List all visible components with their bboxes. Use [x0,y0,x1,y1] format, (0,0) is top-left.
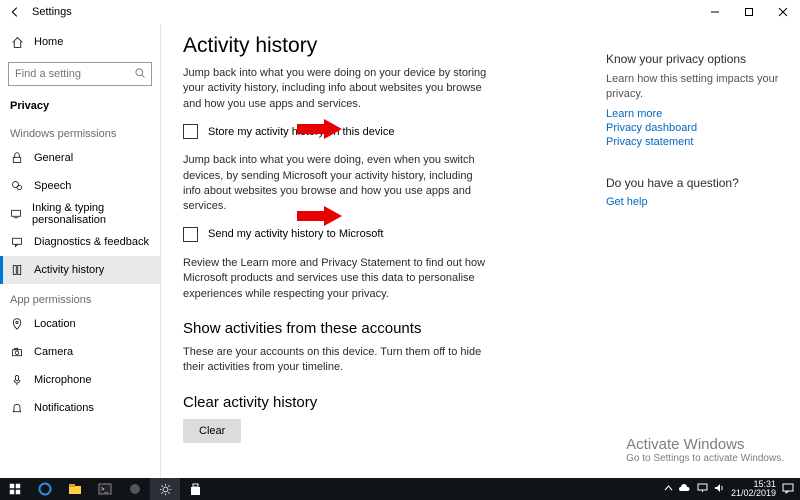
taskbar-store[interactable] [180,478,210,500]
store-history-checkbox[interactable] [183,124,198,139]
location-icon [10,318,24,330]
taskbar-settings[interactable] [150,478,180,500]
sidebar-item-camera[interactable]: Camera [0,338,160,366]
back-icon[interactable] [8,5,22,19]
annotation-arrow-icon [324,206,342,226]
search-icon [134,67,146,82]
start-button[interactable] [0,478,30,500]
inking-icon [10,208,22,220]
home-icon [10,36,24,49]
sidebar-item-location[interactable]: Location [0,310,160,338]
search-input[interactable] [8,62,152,86]
sidebar-item-label: Notifications [34,402,94,414]
annotation-arrow-icon [324,119,342,139]
speech-icon [10,180,24,192]
privacy-dashboard-link[interactable]: Privacy dashboard [606,122,784,134]
main-area: Activity history Jump back into what you… [160,24,800,478]
taskbar-app[interactable] [120,478,150,500]
send-history-checkbox[interactable] [183,227,198,242]
window-maximize-button[interactable] [732,0,766,24]
review-text: Review the Learn more and Privacy Statem… [183,256,493,302]
send-history-label: Send my activity history to Microsoft [208,228,383,240]
sidebar-item-label: Location [34,318,76,330]
taskbar: >_ 15:31 21/02/2019 [0,478,800,500]
window-minimize-button[interactable] [698,0,732,24]
sidebar-home[interactable]: Home [0,28,160,56]
tray-up-icon[interactable] [664,484,673,495]
accounts-heading: Show activities from these accounts [183,320,580,337]
sidebar-item-microphone[interactable]: Microphone [0,366,160,394]
privacy-statement-link[interactable]: Privacy statement [606,136,784,148]
lock-icon [10,152,24,164]
window-title: Settings [32,6,72,18]
svg-text:>_: >_ [101,487,109,493]
sidebar-item-general[interactable]: General [0,144,160,172]
sidebar-current-section: Privacy [0,92,160,118]
taskbar-edge[interactable] [30,478,60,500]
sidebar-item-label: Diagnostics & feedback [34,236,149,248]
history-icon [10,264,24,276]
sidebar-item-label: Microphone [34,374,91,386]
sidebar-search [8,62,152,86]
sidebar-item-label: Camera [34,346,73,358]
tray-notifications-icon[interactable] [782,482,794,496]
sidebar-item-diagnostics[interactable]: Diagnostics & feedback [0,228,160,256]
accounts-text: These are your accounts on this device. … [183,345,493,376]
get-help-link[interactable]: Get help [606,196,784,208]
sidebar-item-label: Activity history [34,264,104,276]
sidebar-item-activity-history[interactable]: Activity history [0,256,160,284]
camera-icon [10,346,24,358]
settings-sidebar: Home Privacy Windows permissions General… [0,24,160,478]
feedback-icon [10,236,24,248]
sidebar-item-label: Inking & typing personalisation [32,202,160,226]
taskbar-terminal[interactable]: >_ [90,478,120,500]
taskbar-date: 21/02/2019 [731,489,776,498]
taskbar-clock[interactable]: 15:31 21/02/2019 [731,480,776,498]
clear-button[interactable]: Clear [183,419,241,443]
sidebar-item-notifications[interactable]: Notifications [0,394,160,422]
sidebar-home-label: Home [34,36,63,48]
intro-text: Jump back into what you were doing on yo… [183,66,493,112]
tray-volume-icon[interactable] [714,483,725,495]
sidebar-group-heading: Windows permissions [0,118,160,144]
privacy-options-heading: Know your privacy options [606,52,784,66]
taskbar-explorer[interactable] [60,478,90,500]
learn-more-link[interactable]: Learn more [606,108,784,120]
sidebar-item-inking[interactable]: Inking & typing personalisation [0,200,160,228]
window-titlebar: Settings [0,0,800,24]
sidebar-item-speech[interactable]: Speech [0,172,160,200]
bell-icon [10,402,24,414]
tray-onedrive-icon[interactable] [679,484,691,495]
question-heading: Do you have a question? [606,176,784,190]
privacy-options-body: Learn how this setting impacts your priv… [606,72,784,102]
sidebar-item-label: Speech [34,180,71,192]
page-title: Activity history [183,34,580,58]
settings-content: Activity history Jump back into what you… [160,24,600,478]
microphone-icon [10,374,24,386]
window-close-button[interactable] [766,0,800,24]
sidebar-group-heading: App permissions [0,284,160,310]
info-panel: Know your privacy options Learn how this… [600,24,800,478]
tray-network-icon[interactable] [697,483,708,495]
clear-heading: Clear activity history [183,394,580,411]
sidebar-item-label: General [34,152,73,164]
